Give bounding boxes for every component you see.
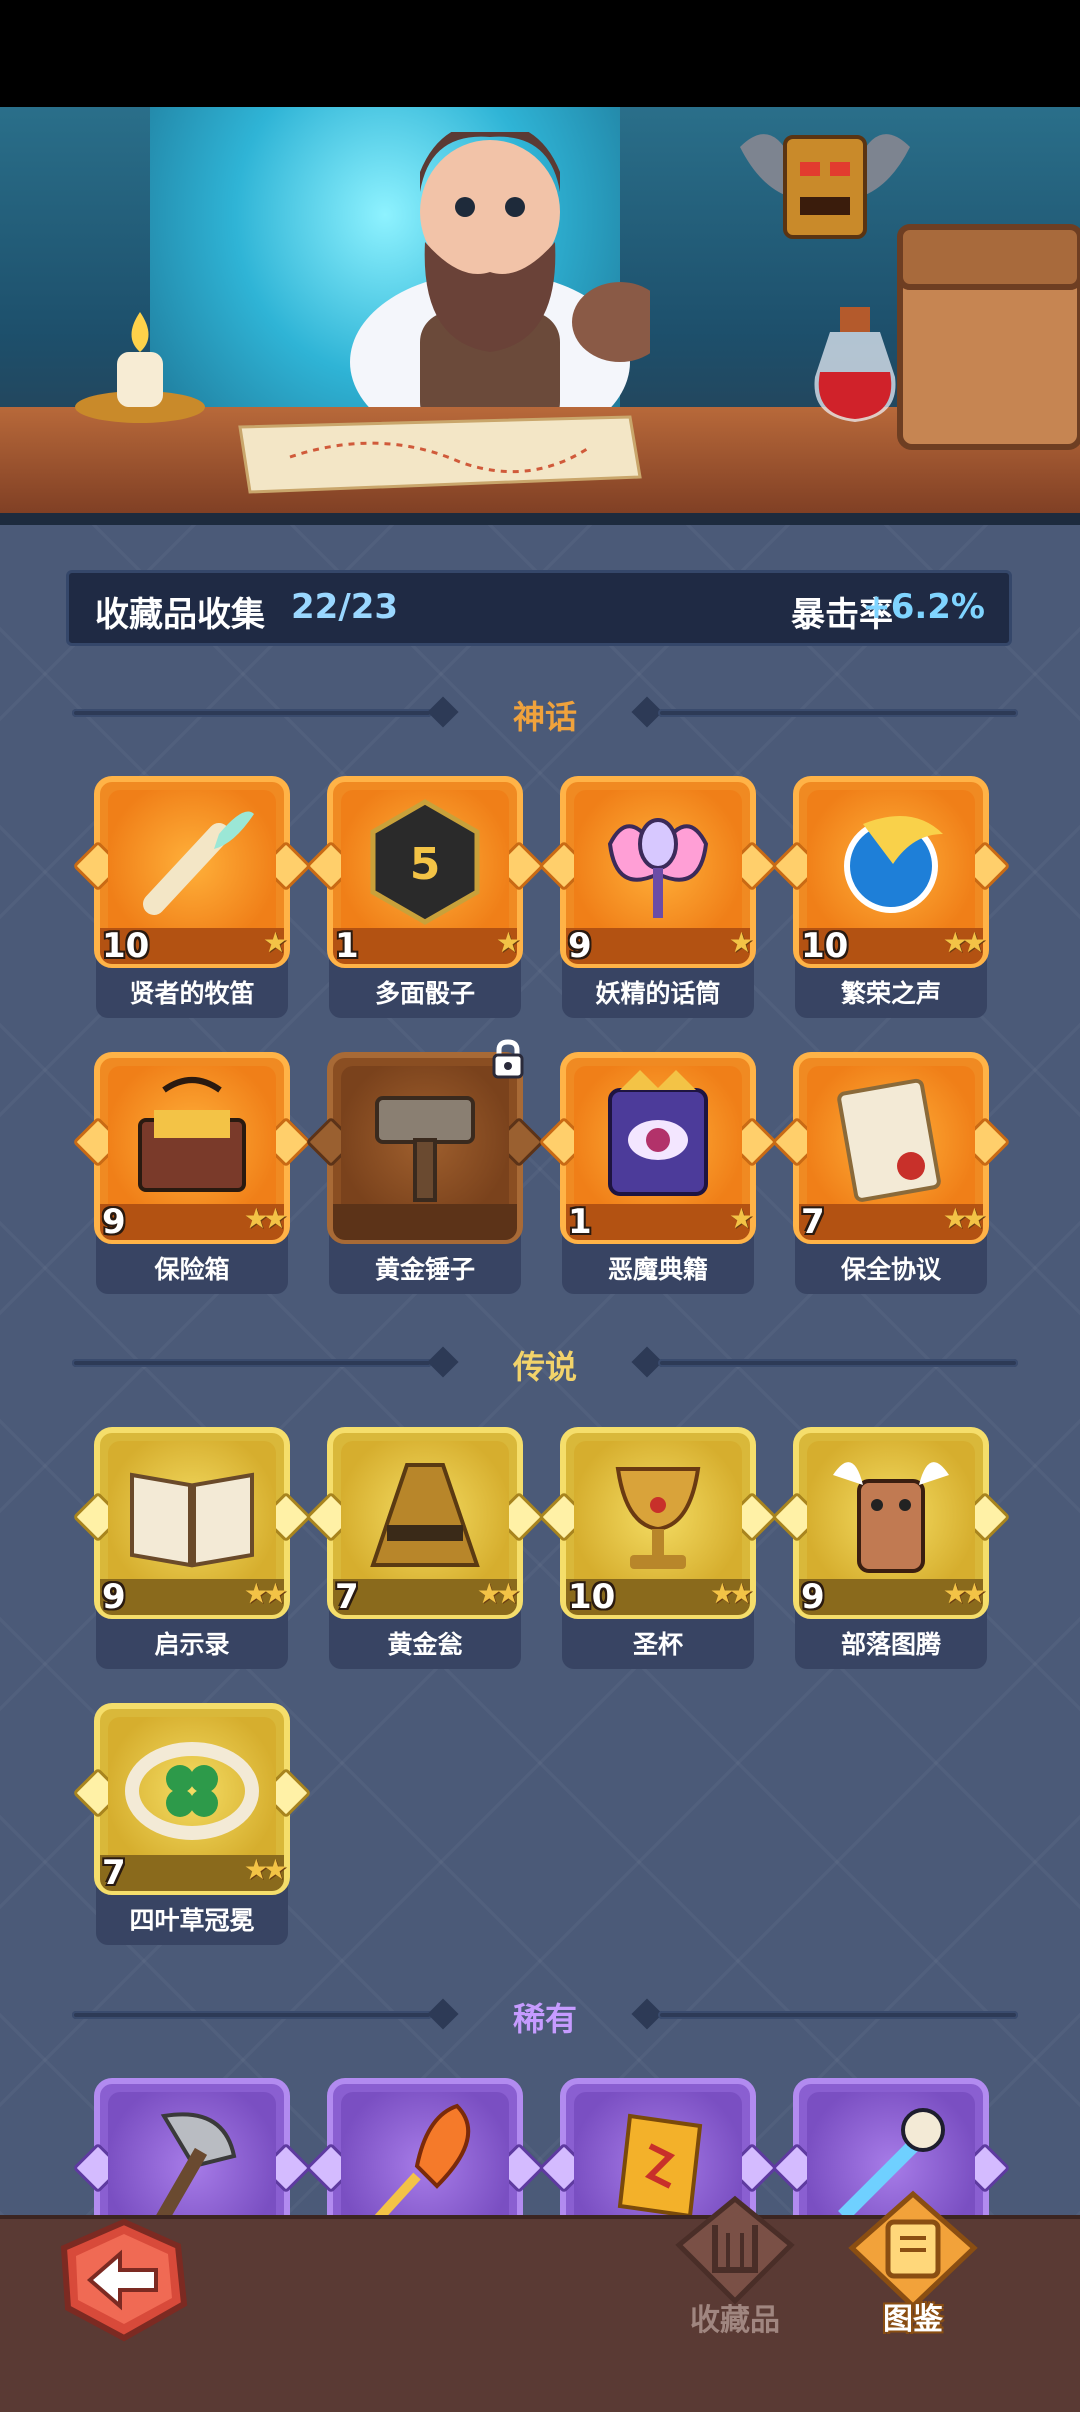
- item-name: 黄金锤子: [374, 1255, 475, 1284]
- demon-book-icon: [608, 1070, 708, 1196]
- nav-codex-tab[interactable]: 图鉴: [838, 2190, 988, 2340]
- item-name: 部落图腾: [840, 1630, 941, 1659]
- item-stars: ★★: [942, 1202, 987, 1235]
- item-stars: ★★: [709, 1577, 754, 1610]
- myth-item-card[interactable]: 10 ★★ 繁荣之声: [771, 776, 1011, 1018]
- section-header-legendary: 传说: [72, 1340, 1018, 1386]
- legend-item-card[interactable]: 7 ★★ 黄金瓮: [305, 1427, 545, 1669]
- section-header-rare: 稀有: [72, 1992, 1018, 2038]
- hero-rim: [0, 513, 1080, 525]
- item-name: 妖精的话筒: [595, 979, 721, 1008]
- status-bar: [0, 0, 1080, 107]
- item-level: 1: [568, 1202, 592, 1242]
- svg-text:5: 5: [410, 839, 441, 890]
- scroll-document-icon: [837, 1078, 941, 1202]
- item-name: 贤者的牧笛: [129, 979, 255, 1008]
- item-level: 9: [568, 926, 592, 966]
- chest-decoration: [897, 224, 1080, 450]
- item-stars: ★★: [243, 1853, 288, 1886]
- hammer-icon: [375, 1096, 475, 1202]
- tile-footer-strip: [566, 928, 750, 964]
- myth-item-card[interactable]: 7 ★★ 保全协议: [771, 1052, 1011, 1294]
- item-level: 9: [801, 1577, 825, 1617]
- item-name: 多面骰子: [374, 979, 475, 1008]
- item-stars: ★: [262, 926, 288, 959]
- hero-banner: [0, 107, 1080, 525]
- legend-item-card[interactable]: 10 ★★ 圣杯: [538, 1427, 778, 1669]
- item-level: 9: [102, 1577, 126, 1617]
- item-stars: ★: [728, 926, 754, 959]
- myth-item-card[interactable]: 5 1 ★ 多面骰子: [305, 776, 545, 1018]
- nav-collection-tab[interactable]: 收藏品: [660, 2195, 810, 2345]
- fairy-microphone-icon: [607, 818, 709, 918]
- dwarf-character: [350, 132, 650, 432]
- treasure-map-decoration: [238, 415, 642, 494]
- legend-item-card[interactable]: 7 ★★ 四叶草冠冕: [72, 1703, 312, 1945]
- item-stars: ★: [728, 1202, 754, 1235]
- item-level: 9: [102, 1202, 126, 1242]
- item-stars: ★: [495, 926, 521, 959]
- item-name: 保全协议: [840, 1255, 941, 1284]
- golden-urn-icon: [370, 1463, 480, 1567]
- myth-item-card[interactable]: 黄金锤子: [305, 1039, 545, 1294]
- tile-footer-strip: [333, 928, 517, 964]
- item-stars: ★★: [243, 1202, 288, 1235]
- candle-decoration: [75, 312, 205, 423]
- section-title-legendary: 传说: [512, 1348, 577, 1386]
- conch-icon: [844, 816, 943, 913]
- item-level: 10: [102, 926, 150, 966]
- item-name: 黄金瓮: [387, 1630, 463, 1659]
- legend-item-card[interactable]: 9 ★★ 启示录: [72, 1427, 312, 1669]
- treasure-chest-icon: [138, 1077, 246, 1192]
- tile-footer-strip: [566, 1204, 750, 1240]
- section-header-mythic: 神话: [72, 690, 1018, 736]
- crit-rate-value: +6.2%: [862, 587, 985, 627]
- collection-summary-bar: 收藏品收集 22/23 暴击率 +6.2%: [66, 570, 1012, 646]
- feather-sword-icon: [373, 2103, 471, 2224]
- item-level: 7: [801, 1202, 825, 1242]
- item-stars: ★★: [476, 1577, 521, 1610]
- item-level: 10: [801, 926, 849, 966]
- open-book-icon: [130, 1472, 254, 1568]
- item-level: 10: [568, 1577, 616, 1617]
- item-level: 7: [335, 1577, 359, 1617]
- axe-icon: [154, 2112, 237, 2225]
- dice-icon: 5: [370, 799, 480, 925]
- item-name: 繁荣之声: [840, 979, 941, 1008]
- myth-item-card[interactable]: 10 ★ 贤者的牧笛: [72, 776, 312, 1018]
- item-name: 启示录: [154, 1630, 230, 1659]
- item-name: 恶魔典籍: [607, 1255, 708, 1284]
- section-title-rare: 稀有: [512, 2000, 577, 2038]
- myth-item-card[interactable]: 9 ★★ 保险箱: [72, 1052, 312, 1294]
- collection-count: 22/23: [291, 587, 399, 627]
- item-level: 1: [335, 926, 359, 966]
- back-arrow-icon[interactable]: [60, 2218, 188, 2342]
- nav-codex-label: 图鉴: [883, 2302, 943, 2337]
- lock-icon: [492, 1039, 524, 1079]
- codex-book-icon: [848, 2190, 978, 2310]
- nav-collection-label: 收藏品: [690, 2303, 780, 2338]
- item-stars: ★★: [942, 1577, 987, 1610]
- item-stars: ★★: [942, 926, 987, 959]
- item-name: 四叶草冠冕: [129, 1906, 255, 1935]
- collection-label: 收藏品收集: [95, 595, 265, 635]
- section-title-mythic: 神话: [512, 698, 577, 736]
- item-name: 圣杯: [632, 1630, 683, 1659]
- item-stars: ★★: [243, 1577, 288, 1610]
- myth-item-card[interactable]: 1 ★ 恶魔典籍: [538, 1052, 778, 1294]
- item-level: 7: [102, 1853, 126, 1893]
- myth-item-card[interactable]: 9 ★ 妖精的话筒: [538, 776, 778, 1018]
- harp-icon: [675, 2195, 795, 2305]
- tribal-totem-icon: [833, 1462, 949, 1573]
- clover-crown-icon: [125, 1742, 259, 1840]
- item-name: 保险箱: [154, 1255, 230, 1284]
- chalice-icon: [615, 1467, 701, 1569]
- tile-footer-strip: [333, 1204, 517, 1240]
- flute-icon: [143, 811, 254, 915]
- legend-item-card[interactable]: 9 ★★ 部落图腾: [771, 1427, 1011, 1669]
